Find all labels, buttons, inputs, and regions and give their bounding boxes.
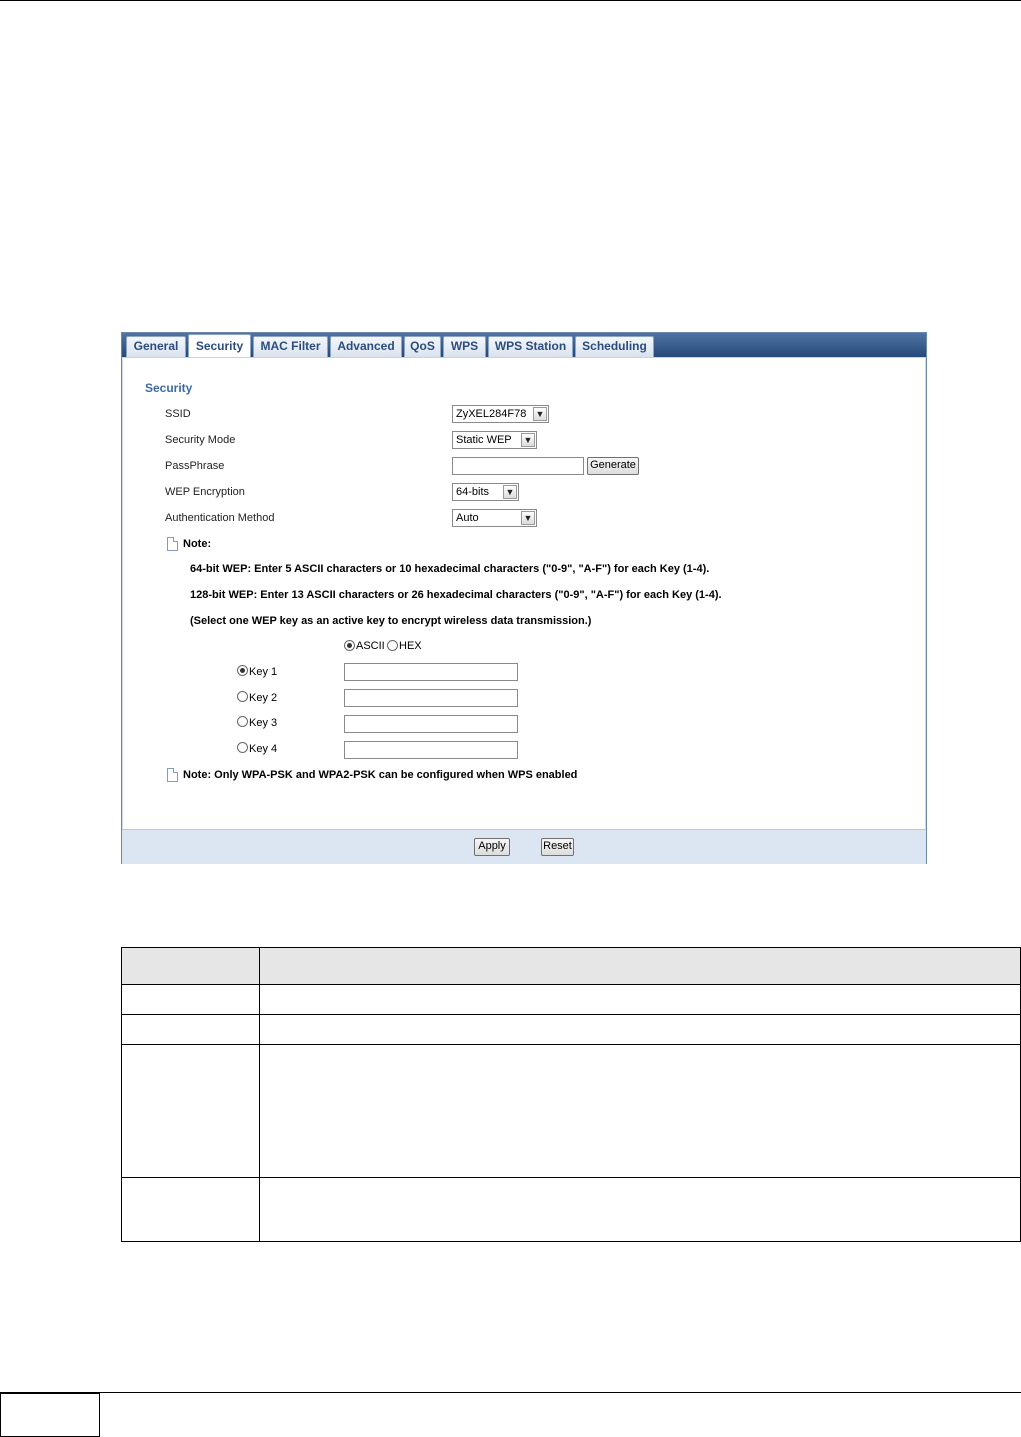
- table-cell: [259, 984, 1021, 1015]
- table-cell: [121, 1044, 260, 1178]
- wep-encryption-value: 64-bits: [456, 486, 490, 498]
- key1-radio[interactable]: [237, 665, 248, 676]
- key2-input[interactable]: [344, 689, 518, 707]
- key2-label: Key 2: [249, 692, 278, 704]
- table-row: [121, 984, 1021, 1015]
- chevron-down-icon: ▼: [521, 433, 535, 447]
- key1-label: Key 1: [249, 666, 278, 678]
- table-row: [121, 1044, 1021, 1178]
- table-cell: [121, 984, 260, 1015]
- key4-label: Key 4: [249, 743, 278, 755]
- key4-radio[interactable]: [237, 742, 248, 753]
- note-select-key: (Select one WEP key as an active key to …: [190, 615, 592, 627]
- security-panel: General Security MAC Filter Advanced QoS…: [121, 332, 927, 864]
- chevron-down-icon: ▼: [521, 511, 535, 525]
- table-cell: [121, 1014, 260, 1045]
- ssid-select-value: ZyXEL284F78: [456, 408, 527, 420]
- note-64bit: 64-bit WEP: Enter 5 ASCII characters or …: [190, 563, 710, 575]
- security-mode-value: Static WEP: [456, 434, 512, 446]
- passphrase-input[interactable]: [452, 457, 584, 475]
- tab-bar: General Security MAC Filter Advanced QoS…: [122, 333, 926, 357]
- auth-method-value: Auto: [456, 512, 479, 524]
- reset-button[interactable]: Reset: [541, 838, 574, 856]
- table-cell: [259, 1177, 1021, 1242]
- key1-input[interactable]: [344, 663, 518, 681]
- security-mode-label: Security Mode: [165, 434, 236, 446]
- note-icon: [167, 768, 178, 782]
- tab-general[interactable]: General: [126, 336, 186, 357]
- table-header-cell: [121, 947, 260, 985]
- auth-method-label: Authentication Method: [165, 512, 275, 524]
- ssid-select[interactable]: ZyXEL284F78 ▼: [452, 405, 549, 423]
- chevron-down-icon: ▼: [533, 407, 547, 421]
- tab-qos[interactable]: QoS: [404, 336, 441, 357]
- tab-wps-station[interactable]: WPS Station: [488, 336, 573, 357]
- apply-button[interactable]: Apply: [474, 838, 510, 856]
- table-cell: [259, 1044, 1021, 1178]
- table-cell: [259, 1014, 1021, 1045]
- hex-label: HEX: [399, 640, 422, 652]
- table-row: [121, 1014, 1021, 1045]
- generate-button[interactable]: Generate: [587, 457, 639, 475]
- key3-radio[interactable]: [237, 716, 248, 727]
- page-bottom-rule: [99, 1392, 1021, 1393]
- ssid-label: SSID: [165, 408, 191, 420]
- hex-radio[interactable]: [387, 640, 398, 651]
- note-title: Note:: [183, 538, 212, 550]
- button-bar: Apply Reset: [122, 829, 926, 864]
- tab-mac-filter[interactable]: MAC Filter: [253, 336, 328, 357]
- ascii-label: ASCII: [356, 640, 385, 652]
- table-cell: [121, 1177, 260, 1242]
- note-icon: [167, 537, 178, 551]
- table-header-row: [121, 947, 1021, 985]
- tab-advanced[interactable]: Advanced: [330, 336, 402, 357]
- description-table: [121, 947, 1021, 1242]
- wps-note: Note: Only WPA-PSK and WPA2-PSK can be c…: [183, 769, 578, 781]
- wep-encryption-select[interactable]: 64-bits ▼: [452, 483, 519, 501]
- table-header-cell: [259, 947, 1021, 985]
- table-row: [121, 1177, 1021, 1242]
- auth-method-select[interactable]: Auto ▼: [452, 509, 537, 527]
- key4-input[interactable]: [344, 741, 518, 759]
- page-number-box: [0, 1392, 100, 1437]
- key3-label: Key 3: [249, 717, 278, 729]
- note-128bit: 128-bit WEP: Enter 13 ASCII characters o…: [190, 589, 722, 601]
- ascii-radio[interactable]: [344, 640, 355, 651]
- tab-wps[interactable]: WPS: [443, 336, 486, 357]
- key3-input[interactable]: [344, 715, 518, 733]
- chevron-down-icon: ▼: [503, 485, 517, 499]
- page-top-rule: [0, 0, 1021, 1]
- tab-security[interactable]: Security: [188, 334, 251, 357]
- tab-scheduling[interactable]: Scheduling: [575, 336, 654, 357]
- key2-radio[interactable]: [237, 691, 248, 702]
- section-title: Security: [145, 381, 193, 395]
- wep-encryption-label: WEP Encryption: [165, 486, 245, 498]
- security-mode-select[interactable]: Static WEP ▼: [452, 431, 537, 449]
- passphrase-label: PassPhrase: [165, 460, 225, 472]
